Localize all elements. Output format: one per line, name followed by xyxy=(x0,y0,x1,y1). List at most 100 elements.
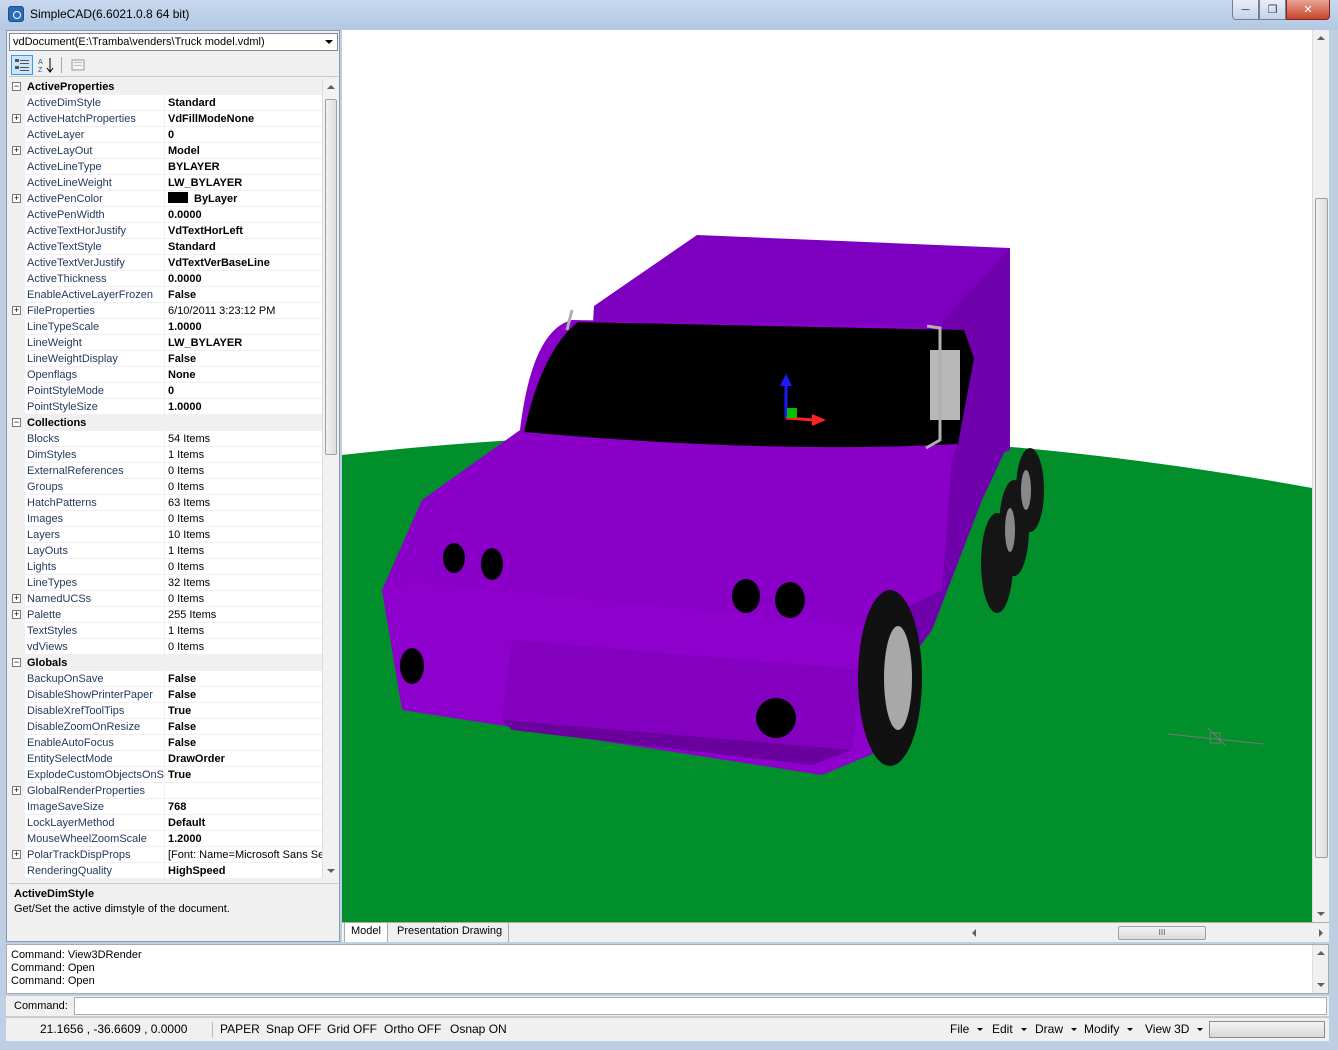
property-value[interactable]: 1 Items xyxy=(164,623,322,639)
property-value[interactable]: False xyxy=(164,351,322,367)
property-value[interactable] xyxy=(164,783,322,799)
property-row[interactable]: + GlobalRenderProperties xyxy=(9,783,322,799)
property-row[interactable]: ActiveTextVerJustify VdTextVerBaseLine xyxy=(9,255,322,271)
property-pages-button[interactable] xyxy=(67,55,89,75)
expand-icon[interactable]: + xyxy=(12,194,21,203)
tab-model[interactable]: Model xyxy=(344,923,388,942)
scroll-down-icon[interactable] xyxy=(1317,912,1325,916)
property-row[interactable]: + ActiveHatchProperties VdFillModeNone xyxy=(9,111,322,127)
property-row[interactable]: ActiveLineType BYLAYER xyxy=(9,159,322,175)
viewport-horizontal-scrollbar[interactable]: III xyxy=(970,925,1325,941)
property-row[interactable]: ActiveTextHorJustify VdTextHorLeft xyxy=(9,223,322,239)
property-row[interactable]: ActiveTextStyle Standard xyxy=(9,239,322,255)
property-value[interactable]: VdTextHorLeft xyxy=(164,223,322,239)
property-value[interactable]: LW_BYLAYER xyxy=(164,335,322,351)
property-value[interactable]: 54 Items xyxy=(164,431,322,447)
property-row[interactable]: LineTypes 32 Items xyxy=(9,575,322,591)
property-row[interactable]: RenderingQuality HighSpeed xyxy=(9,863,322,879)
viewport-vertical-scrollbar[interactable] xyxy=(1312,30,1329,922)
property-value[interactable]: LW_BYLAYER xyxy=(164,175,322,191)
property-value[interactable]: False xyxy=(164,719,322,735)
property-row[interactable]: + ActivePenColor ByLayer xyxy=(9,191,322,207)
property-row[interactable]: + ActiveLayOut Model xyxy=(9,143,322,159)
property-row[interactable]: ActiveDimStyle Standard xyxy=(9,95,322,111)
property-value[interactable]: Standard xyxy=(164,95,322,111)
scrollbar-thumb[interactable] xyxy=(1315,198,1328,858)
property-value[interactable]: 0 Items xyxy=(164,463,322,479)
scrollbar-thumb[interactable] xyxy=(325,99,337,455)
app-icon[interactable] xyxy=(8,6,24,22)
property-value[interactable]: 0 Items xyxy=(164,511,322,527)
property-value[interactable]: 0 xyxy=(164,383,322,399)
grid-toggle[interactable]: Grid OFF xyxy=(327,1022,377,1036)
property-category[interactable]: − ActiveProperties xyxy=(9,79,322,95)
osnap-toggle[interactable]: Osnap ON xyxy=(450,1022,507,1036)
property-value[interactable]: 0 Items xyxy=(164,639,322,655)
property-value[interactable]: 1.0000 xyxy=(164,319,322,335)
property-row[interactable]: LineWeight LW_BYLAYER xyxy=(9,335,322,351)
property-row[interactable]: ActiveLineWeight LW_BYLAYER xyxy=(9,175,322,191)
property-row[interactable]: + PolarTrackDispProps [Font: Name=Microsof… xyxy=(9,847,322,863)
property-row[interactable]: ExternalReferences 0 Items xyxy=(9,463,322,479)
property-row[interactable]: LineWeightDisplay False xyxy=(9,351,322,367)
property-value[interactable]: True xyxy=(164,703,322,719)
ortho-toggle[interactable]: Ortho OFF xyxy=(384,1022,441,1036)
menu-draw[interactable]: Draw xyxy=(1035,1022,1078,1036)
menu-view-3d[interactable]: View 3D xyxy=(1145,1022,1204,1036)
property-value[interactable]: Default xyxy=(164,815,322,831)
property-value[interactable]: 0 Items xyxy=(164,591,322,607)
property-value[interactable]: 0.0000 xyxy=(164,271,322,287)
property-row[interactable]: DisableZoomOnResize False xyxy=(9,719,322,735)
property-value[interactable]: VdFillModeNone xyxy=(164,111,322,127)
scroll-down-icon[interactable] xyxy=(327,869,335,873)
property-value[interactable]: 0 xyxy=(164,127,322,143)
property-value[interactable]: 0 Items xyxy=(164,479,322,495)
property-value[interactable]: False xyxy=(164,687,322,703)
property-row[interactable]: + Palette 255 Items xyxy=(9,607,322,623)
collapse-icon[interactable]: − xyxy=(12,658,21,667)
scrollbar-thumb[interactable]: III xyxy=(1118,926,1206,940)
categorized-button[interactable] xyxy=(11,55,33,75)
property-value[interactable]: 1 Items xyxy=(164,447,322,463)
property-row[interactable]: EnableAutoFocus False xyxy=(9,735,322,751)
property-row[interactable]: LineTypeScale 1.0000 xyxy=(9,319,322,335)
property-value[interactable]: 768 xyxy=(164,799,322,815)
minimize-button[interactable]: ─ xyxy=(1232,0,1259,20)
property-row[interactable]: ExplodeCustomObjectsOnSa True xyxy=(9,767,322,783)
collapse-icon[interactable]: − xyxy=(12,418,21,427)
property-row[interactable]: DimStyles 1 Items xyxy=(9,447,322,463)
expand-icon[interactable]: + xyxy=(12,114,21,123)
collapse-icon[interactable]: − xyxy=(12,82,21,91)
property-value[interactable]: BYLAYER xyxy=(164,159,322,175)
close-button[interactable]: ✕ xyxy=(1286,0,1330,20)
expand-icon[interactable]: + xyxy=(12,786,21,795)
scroll-right-icon[interactable] xyxy=(1319,929,1323,937)
property-row[interactable]: Images 0 Items xyxy=(9,511,322,527)
expand-icon[interactable]: + xyxy=(12,146,21,155)
property-row[interactable]: DisableXrefToolTips True xyxy=(9,703,322,719)
scroll-left-icon[interactable] xyxy=(972,929,976,937)
property-value[interactable]: 255 Items xyxy=(164,607,322,623)
property-row[interactable]: EntitySelectMode DrawOrder xyxy=(9,751,322,767)
property-value[interactable]: Model xyxy=(164,143,322,159)
property-value[interactable]: 6/10/2011 3:23:12 PM xyxy=(164,303,322,319)
property-grid-scrollbar[interactable] xyxy=(322,79,338,879)
property-value[interactable]: True xyxy=(164,767,322,783)
property-value[interactable]: 10 Items xyxy=(164,527,322,543)
property-value[interactable]: None xyxy=(164,367,322,383)
menu-file[interactable]: File xyxy=(950,1022,984,1036)
property-value[interactable]: ByLayer xyxy=(164,191,322,207)
property-row[interactable]: + NamedUCSs 0 Items xyxy=(9,591,322,607)
tab-presentation-drawing[interactable]: Presentation Drawing xyxy=(391,923,510,942)
command-input[interactable] xyxy=(74,997,1327,1015)
drawing-viewport[interactable] xyxy=(342,30,1312,922)
property-value[interactable]: False xyxy=(164,735,322,751)
alphabetical-button[interactable]: A Z xyxy=(35,55,57,75)
expand-icon[interactable]: + xyxy=(12,306,21,315)
property-row[interactable]: Lights 0 Items xyxy=(9,559,322,575)
property-category[interactable]: − Collections xyxy=(9,415,322,431)
property-value[interactable]: 1 Items xyxy=(164,543,322,559)
property-value[interactable]: False xyxy=(164,671,322,687)
property-value[interactable]: VdTextVerBaseLine xyxy=(164,255,322,271)
property-row[interactable]: TextStyles 1 Items xyxy=(9,623,322,639)
